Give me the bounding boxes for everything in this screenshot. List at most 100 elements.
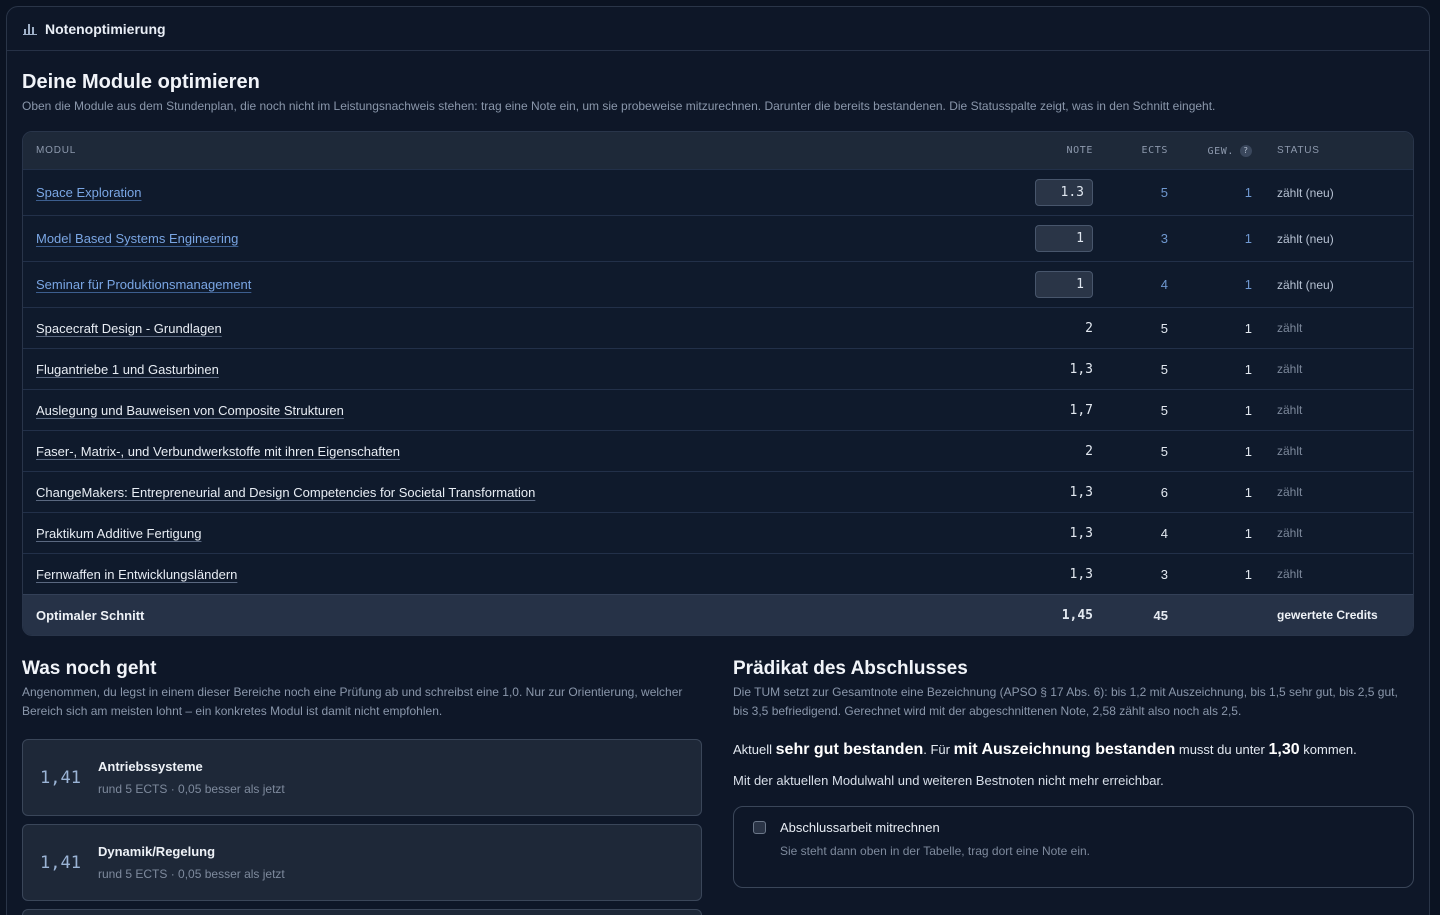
module-link[interactable]: Model Based Systems Engineering — [36, 231, 238, 246]
status-value: zählt — [1277, 321, 1303, 335]
note-value: 1,3 — [1069, 361, 1093, 377]
predicate-description: Die TUM setzt zur Gesamtnote eine Bezeic… — [733, 685, 1398, 718]
note-value: 1,3 — [1069, 566, 1093, 582]
note-value: 1,3 — [1069, 525, 1093, 541]
option-card[interactable]: 1,41 Antriebssysteme rund 5 ECTS · 0,05 be… — [22, 739, 702, 816]
header-gew: GEW.? — [1168, 144, 1252, 157]
optimize-description: Oben die Module aus dem Stundenplan, die… — [22, 99, 1216, 113]
table-row: Auslegung und Bauweisen von Composite St… — [23, 389, 1413, 430]
module-link[interactable]: Seminar für Produktionsmanagement — [36, 277, 251, 292]
app-header: Notenoptimierung — [7, 7, 1429, 51]
app-window: Notenoptimierung Deine Module optimieren… — [6, 6, 1430, 915]
current-prefix: Aktuell — [733, 742, 773, 757]
thesis-option-hint: Sie steht dann oben in der Tabelle, trag… — [780, 844, 1090, 858]
option-text: Dynamik/Regelung rund 5 ECTS · 0,05 besse… — [98, 844, 285, 881]
ects-value: 3 — [1160, 231, 1168, 246]
module-link[interactable]: Spacecraft Design - Grundlagen — [36, 321, 222, 336]
projected-average: 1,41 — [40, 852, 81, 873]
module-cell: Seminar für Produktionsmanagement — [23, 277, 983, 292]
table-row: Flugantriebe 1 und Gasturbinen 1,3 5 1 zählt — [23, 348, 1413, 389]
note-input[interactable]: 1 — [1035, 271, 1093, 298]
note-input[interactable]: 1 — [1035, 225, 1093, 252]
what-next-heading: Was noch geht — [22, 658, 157, 679]
status-value: zählt (neu) — [1277, 231, 1334, 246]
module-cell: Space Exploration — [23, 185, 983, 200]
module-link[interactable]: Flugantriebe 1 und Gasturbinen — [36, 362, 219, 377]
note-cell: 1 — [983, 225, 1093, 252]
weight-value: 1 — [1244, 361, 1252, 377]
bar-chart-icon — [23, 23, 37, 35]
table-header: MODUL NOTE ECTS GEW.? STATUS — [23, 132, 1413, 169]
what-next-section: Was noch geht Angenommen, du legst in ei… — [22, 658, 702, 915]
module-cell: Praktikum Additive Fertigung — [23, 526, 983, 541]
table-row: Faser-, Matrix-, und Verbundwerkstoffe m… — [23, 430, 1413, 471]
thesis-checkbox[interactable] — [753, 821, 766, 834]
option-area-name: Antriebssysteme — [98, 759, 203, 774]
ects-value: 5 — [1160, 402, 1168, 418]
predicate-section: Prädikat des Abschlusses Die TUM setzt z… — [733, 658, 1414, 915]
app-title: Notenoptimierung — [45, 20, 166, 37]
ects-value: 3 — [1160, 566, 1168, 582]
status-value: zählt (neu) — [1277, 277, 1334, 292]
header-gew-label: GEW. — [1207, 145, 1234, 157]
option-card-partial[interactable] — [22, 909, 702, 915]
modules-table: MODUL NOTE ECTS GEW.? STATUS Space Explo… — [22, 131, 1414, 636]
ects-value: 5 — [1160, 443, 1168, 459]
optimize-heading: Deine Module optimieren — [22, 71, 260, 93]
what-next-description: Angenommen, du legst in einem dieser Ber… — [22, 685, 683, 718]
table-row: ChangeMakers: Entrepreneurial and Design… — [23, 471, 1413, 512]
target-predicate: mit Auszeichnung bestanden — [953, 741, 1176, 758]
footer-average: 1,45 — [1061, 607, 1093, 623]
note-cell: 1 — [983, 271, 1093, 298]
weight-value: 1 — [1244, 484, 1252, 500]
option-area-name: Dynamik/Regelung — [98, 844, 216, 859]
weight-value: 1 — [1244, 231, 1252, 246]
module-cell: Auslegung und Bauweisen von Composite St… — [23, 403, 983, 418]
header-status: STATUS — [1277, 145, 1320, 156]
help-icon[interactable]: ? — [1240, 144, 1252, 157]
weight-value: 1 — [1244, 402, 1252, 418]
ects-value: 6 — [1160, 484, 1168, 500]
table-row: Model Based Systems Engineering 1 3 1 zählt … — [23, 215, 1413, 261]
note-value: 1,3 — [1069, 484, 1093, 500]
header-ects: ECTS — [1141, 145, 1168, 156]
status-value: zählt (neu) — [1277, 185, 1334, 200]
module-cell: Flugantriebe 1 und Gasturbinen — [23, 362, 983, 377]
note-value: 1,7 — [1069, 402, 1093, 418]
thesis-option[interactable]: Abschlussarbeit mitrechnen Sie steht dan… — [733, 806, 1414, 888]
header-modul: MODUL — [36, 145, 77, 156]
table-row: Space Exploration 1.3 5 1 zählt (neu) — [23, 169, 1413, 215]
ects-value: 5 — [1160, 320, 1168, 336]
table-row: Seminar für Produktionsmanagement 1 4 1 zähl… — [23, 261, 1413, 307]
table-row: Praktikum Additive Fertigung 1,3 4 1 zählt — [23, 512, 1413, 553]
ects-value: 4 — [1160, 525, 1168, 541]
predicate-heading: Prädikat des Abschlusses — [733, 658, 968, 679]
module-link[interactable]: Praktikum Additive Fertigung — [36, 526, 201, 541]
option-detail: rund 5 ECTS · 0,05 besser als jetzt — [98, 867, 285, 881]
option-card[interactable]: 1,41 Dynamik/Regelung rund 5 ECTS · 0,05 b… — [22, 824, 702, 901]
weight-value: 1 — [1244, 566, 1252, 582]
module-link[interactable]: Fernwaffen in Entwicklungsländern — [36, 567, 237, 582]
note-cell: 1.3 — [983, 179, 1093, 206]
status-value: zählt — [1277, 485, 1303, 499]
module-link[interactable]: ChangeMakers: Entrepreneurial and Design… — [36, 485, 535, 500]
module-cell: Faser-, Matrix-, und Verbundwerkstoffe m… — [23, 444, 983, 459]
status-value: zählt — [1277, 403, 1303, 417]
module-link[interactable]: Faser-, Matrix-, und Verbundwerkstoffe m… — [36, 444, 400, 459]
thesis-option-label: Abschlussarbeit mitrechnen — [780, 820, 940, 835]
status-value: zählt — [1277, 526, 1303, 540]
footer-label: Optimaler Schnitt — [36, 607, 145, 623]
weight-value: 1 — [1244, 277, 1252, 292]
note-input[interactable]: 1.3 — [1035, 179, 1093, 206]
footer-status: gewertete Credits — [1277, 608, 1378, 622]
predicate-current: Aktuell sehr gut bestanden. Für mit Ausz… — [733, 741, 1414, 759]
module-cell: Spacecraft Design - Grundlagen — [23, 321, 983, 336]
module-link[interactable]: Space Exploration — [36, 185, 142, 200]
module-link[interactable]: Auslegung und Bauweisen von Composite St… — [36, 403, 344, 418]
header-note: NOTE — [1066, 145, 1093, 156]
note-value: 2 — [1085, 443, 1093, 459]
target-grade: 1,30 — [1268, 741, 1300, 758]
weight-value: 1 — [1244, 320, 1252, 336]
option-detail: rund 5 ECTS · 0,05 besser als jetzt — [98, 782, 285, 796]
ects-value: 5 — [1160, 361, 1168, 377]
